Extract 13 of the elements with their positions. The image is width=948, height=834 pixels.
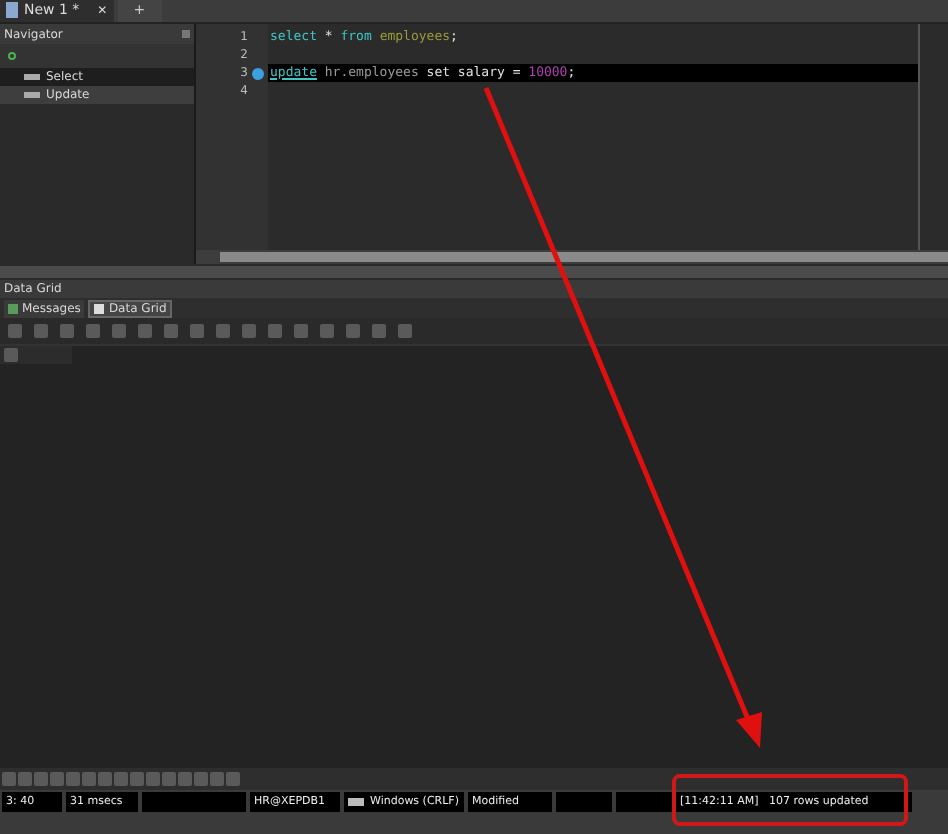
status-cell <box>616 792 672 812</box>
status-cell <box>556 792 612 812</box>
status-cell <box>142 792 246 812</box>
refresh-icon[interactable] <box>8 52 16 60</box>
messages-icon <box>8 304 18 314</box>
row-selector-icon[interactable] <box>4 348 18 362</box>
grid-icon <box>94 304 105 314</box>
scrollbar-thumb[interactable] <box>220 252 948 262</box>
file-icon <box>6 2 18 18</box>
splitter-bar[interactable] <box>0 264 948 280</box>
close-icon[interactable] <box>182 30 190 38</box>
horizontal-scrollbar[interactable] <box>196 250 948 264</box>
line-ending-icon <box>348 798 364 806</box>
